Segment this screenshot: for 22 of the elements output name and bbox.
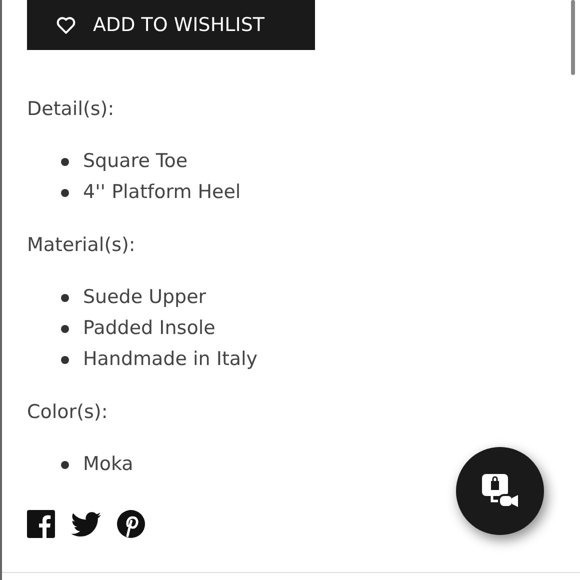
list-item: Suede Upper [83, 285, 206, 310]
bullet-icon [61, 294, 69, 302]
bird-icon[interactable] [71, 512, 101, 536]
heart-icon [55, 14, 77, 36]
add-to-wishlist-button[interactable]: ADD TO WISHLIST [27, 0, 315, 50]
scrollbar[interactable] [571, 0, 575, 75]
list-item: 4'' Platform Heel [83, 180, 241, 205]
section-heading: Detail(s): [27, 97, 116, 122]
bullet-icon [61, 158, 69, 166]
section-heading: Color(s): [27, 400, 109, 425]
list-item: Square Toe [83, 149, 188, 174]
bullet-icon [61, 356, 69, 364]
section-heading: Material(s): [27, 233, 136, 258]
video-shopping-button[interactable] [456, 447, 544, 535]
facebook-icon[interactable] [27, 510, 55, 538]
bullet-icon [61, 460, 69, 468]
bullet-icon [61, 188, 69, 196]
list-item: Moka [83, 452, 134, 477]
list-item: Padded Insole [83, 316, 216, 341]
list-item: Handmade in Italy [83, 347, 258, 372]
pinterest-icon[interactable] [117, 510, 145, 538]
bullet-icon [61, 324, 69, 332]
